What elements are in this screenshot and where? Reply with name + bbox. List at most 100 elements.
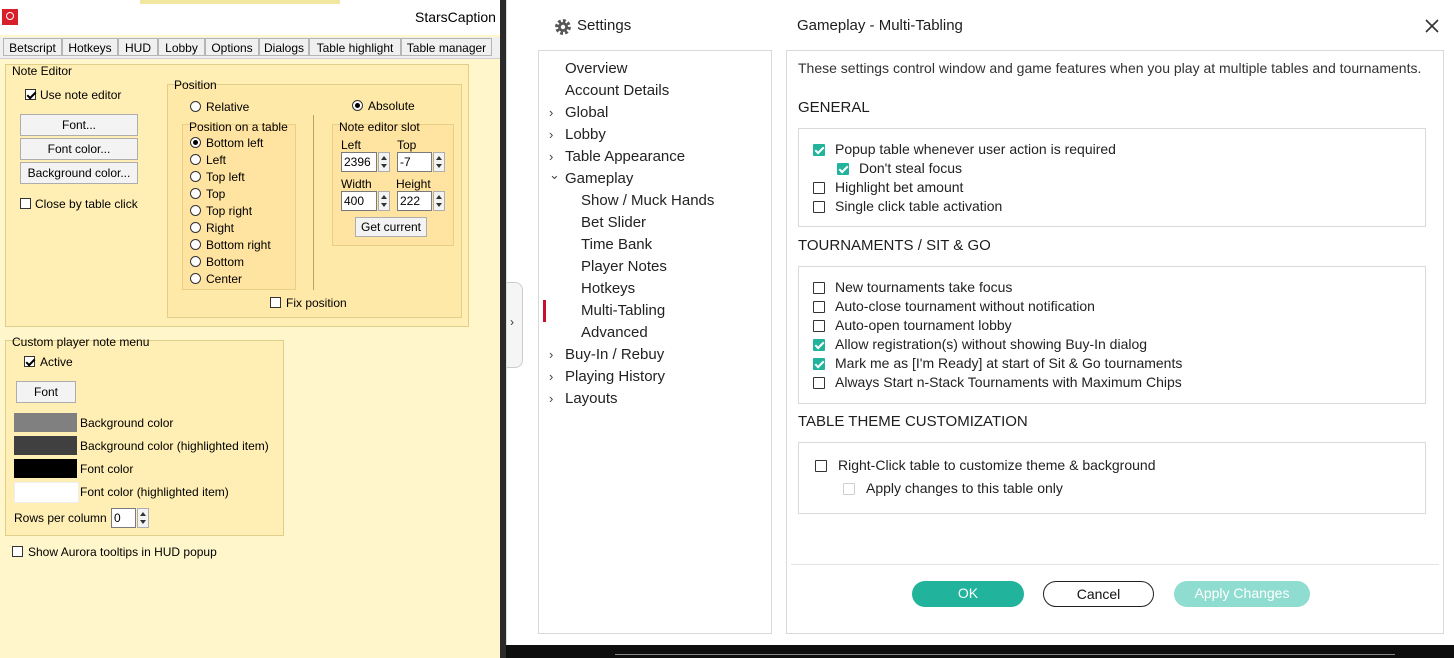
general-heading: GENERAL: [798, 99, 870, 116]
top-spinbox[interactable]: -7: [397, 152, 432, 172]
tab-betscript[interactable]: Betscript: [3, 38, 62, 56]
position-option-label: Top left: [206, 170, 245, 184]
settings-title: Settings: [577, 17, 632, 34]
left-spin-buttons[interactable]: [378, 152, 390, 172]
apply-changes-button[interactable]: Apply Changes: [1174, 581, 1310, 607]
chevron-right-icon[interactable]: ›: [549, 369, 553, 384]
theme-heading: TABLE THEME CUSTOMIZATION: [798, 413, 1028, 430]
bottom-strip: [506, 645, 1454, 658]
chevron-down-icon[interactable]: ⌄: [549, 167, 560, 183]
ok-button[interactable]: OK: [912, 581, 1024, 607]
tab-dialogs[interactable]: Dialogs: [259, 38, 309, 56]
font-highlighted-swatch[interactable]: [14, 482, 79, 503]
option-checkbox[interactable]: [813, 320, 825, 332]
width-spin-buttons[interactable]: [378, 191, 390, 211]
background-color-button[interactable]: Background color...: [20, 162, 138, 184]
option-checkbox[interactable]: [813, 339, 825, 351]
font-color-button[interactable]: Font color...: [20, 138, 138, 160]
apply-this-table-checkbox[interactable]: [843, 483, 855, 495]
width-spinbox[interactable]: 400: [341, 191, 377, 211]
relative-radio[interactable]: [190, 101, 201, 112]
tab-table-highlight[interactable]: Table highlight: [309, 38, 401, 56]
top-spin-buttons[interactable]: [433, 152, 445, 172]
nav-item-advanced[interactable]: Advanced: [581, 324, 648, 341]
font-color-swatch[interactable]: [14, 459, 77, 478]
chevron-right-icon[interactable]: ›: [549, 149, 553, 164]
menu-font-button[interactable]: Font: [16, 381, 76, 403]
position-option-label: Right: [206, 221, 235, 235]
position-radio-top-left[interactable]: [190, 171, 201, 182]
position-label: Position: [174, 78, 217, 92]
use-note-editor-checkbox[interactable]: [25, 89, 36, 100]
height-spin-buttons[interactable]: [433, 191, 445, 211]
nav-item-show-muck-hands[interactable]: Show / Muck Hands: [581, 192, 714, 209]
absolute-radio[interactable]: [352, 100, 363, 111]
chevron-right-icon[interactable]: ›: [549, 127, 553, 142]
nav-item-account-details[interactable]: Account Details: [565, 82, 669, 99]
position-radio-bottom[interactable]: [190, 256, 201, 267]
chevron-right-icon[interactable]: ›: [549, 347, 553, 362]
bottom-strip-line: [615, 654, 1395, 655]
nav-item-multi-tabling[interactable]: Multi-Tabling: [581, 302, 665, 319]
option-label: Mark me as [I'm Ready] at start of Sit &…: [835, 355, 1183, 371]
fix-position-checkbox[interactable]: [270, 297, 281, 308]
nav-item-layouts[interactable]: Layouts: [565, 390, 618, 407]
right-click-theme-checkbox[interactable]: [815, 460, 827, 472]
nav-item-time-bank[interactable]: Time Bank: [581, 236, 652, 253]
cancel-button[interactable]: Cancel: [1043, 581, 1154, 607]
position-radio-right[interactable]: [190, 222, 201, 233]
nav-item-player-notes[interactable]: Player Notes: [581, 258, 667, 275]
nav-item-lobby[interactable]: Lobby: [565, 126, 606, 143]
custom-note-menu-label: Custom player note menu: [12, 335, 150, 349]
position-option-label: Center: [206, 272, 243, 286]
option-checkbox[interactable]: [813, 301, 825, 313]
option-checkbox[interactable]: [813, 201, 825, 213]
position-radio-top-right[interactable]: [190, 205, 201, 216]
rows-per-column-spin-buttons[interactable]: [137, 508, 149, 528]
close-icon[interactable]: [1425, 19, 1439, 33]
nav-item-table-appearance[interactable]: Table Appearance: [565, 148, 685, 165]
left-spinbox[interactable]: 2396: [341, 152, 377, 172]
nav-item-overview[interactable]: Overview: [565, 60, 628, 77]
get-current-button[interactable]: Get current: [355, 217, 427, 237]
tab-table-manager[interactable]: Table manager: [401, 38, 492, 56]
rows-per-column-spinbox[interactable]: 0: [111, 508, 136, 528]
position-radio-center[interactable]: [190, 273, 201, 284]
nav-item-playing-history[interactable]: Playing History: [565, 368, 665, 385]
font-button[interactable]: Font...: [20, 114, 138, 136]
option-checkbox[interactable]: [813, 282, 825, 294]
option-checkbox[interactable]: [813, 377, 825, 389]
nav-item-global[interactable]: Global: [565, 104, 608, 121]
aurora-tooltips-checkbox[interactable]: [12, 546, 23, 557]
position-radio-bottom-right[interactable]: [190, 239, 201, 250]
tab-hud[interactable]: HUD: [118, 38, 158, 56]
nav-item-gameplay[interactable]: Gameplay: [565, 170, 633, 187]
option-checkbox[interactable]: [813, 182, 825, 194]
position-radio-top[interactable]: [190, 188, 201, 199]
position-on-table-label: Position on a table: [189, 120, 288, 134]
nav-item-hotkeys[interactable]: Hotkeys: [581, 280, 635, 297]
background-color-swatch[interactable]: [14, 413, 77, 432]
nav-item-bet-slider[interactable]: Bet Slider: [581, 214, 646, 231]
tab-options[interactable]: Options: [205, 38, 259, 56]
option-checkbox[interactable]: [813, 144, 825, 156]
background-highlighted-swatch[interactable]: [14, 436, 77, 455]
nav-item-buy-in-rebuy[interactable]: Buy-In / Rebuy: [565, 346, 664, 363]
position-radio-bottom-left[interactable]: [190, 137, 201, 148]
chevron-right-icon[interactable]: ›: [549, 391, 553, 406]
close-by-table-click-checkbox[interactable]: [20, 198, 31, 209]
option-label: Allow registration(s) without showing Bu…: [835, 336, 1148, 352]
intro-text: These settings control window and game f…: [798, 60, 1422, 76]
page-title: Gameplay - Multi-Tabling: [797, 17, 963, 34]
collapse-handle[interactable]: ›: [507, 282, 523, 368]
note-editor-label: Note Editor: [12, 64, 73, 78]
option-checkbox[interactable]: [813, 358, 825, 370]
position-radio-left[interactable]: [190, 154, 201, 165]
chevron-right-icon[interactable]: ›: [549, 105, 553, 120]
position-option-label: Bottom: [206, 255, 245, 269]
option-checkbox[interactable]: [837, 163, 849, 175]
tab-lobby[interactable]: Lobby: [158, 38, 205, 56]
height-spinbox[interactable]: 222: [397, 191, 432, 211]
tab-hotkeys[interactable]: Hotkeys: [62, 38, 118, 56]
active-checkbox[interactable]: [24, 356, 35, 367]
